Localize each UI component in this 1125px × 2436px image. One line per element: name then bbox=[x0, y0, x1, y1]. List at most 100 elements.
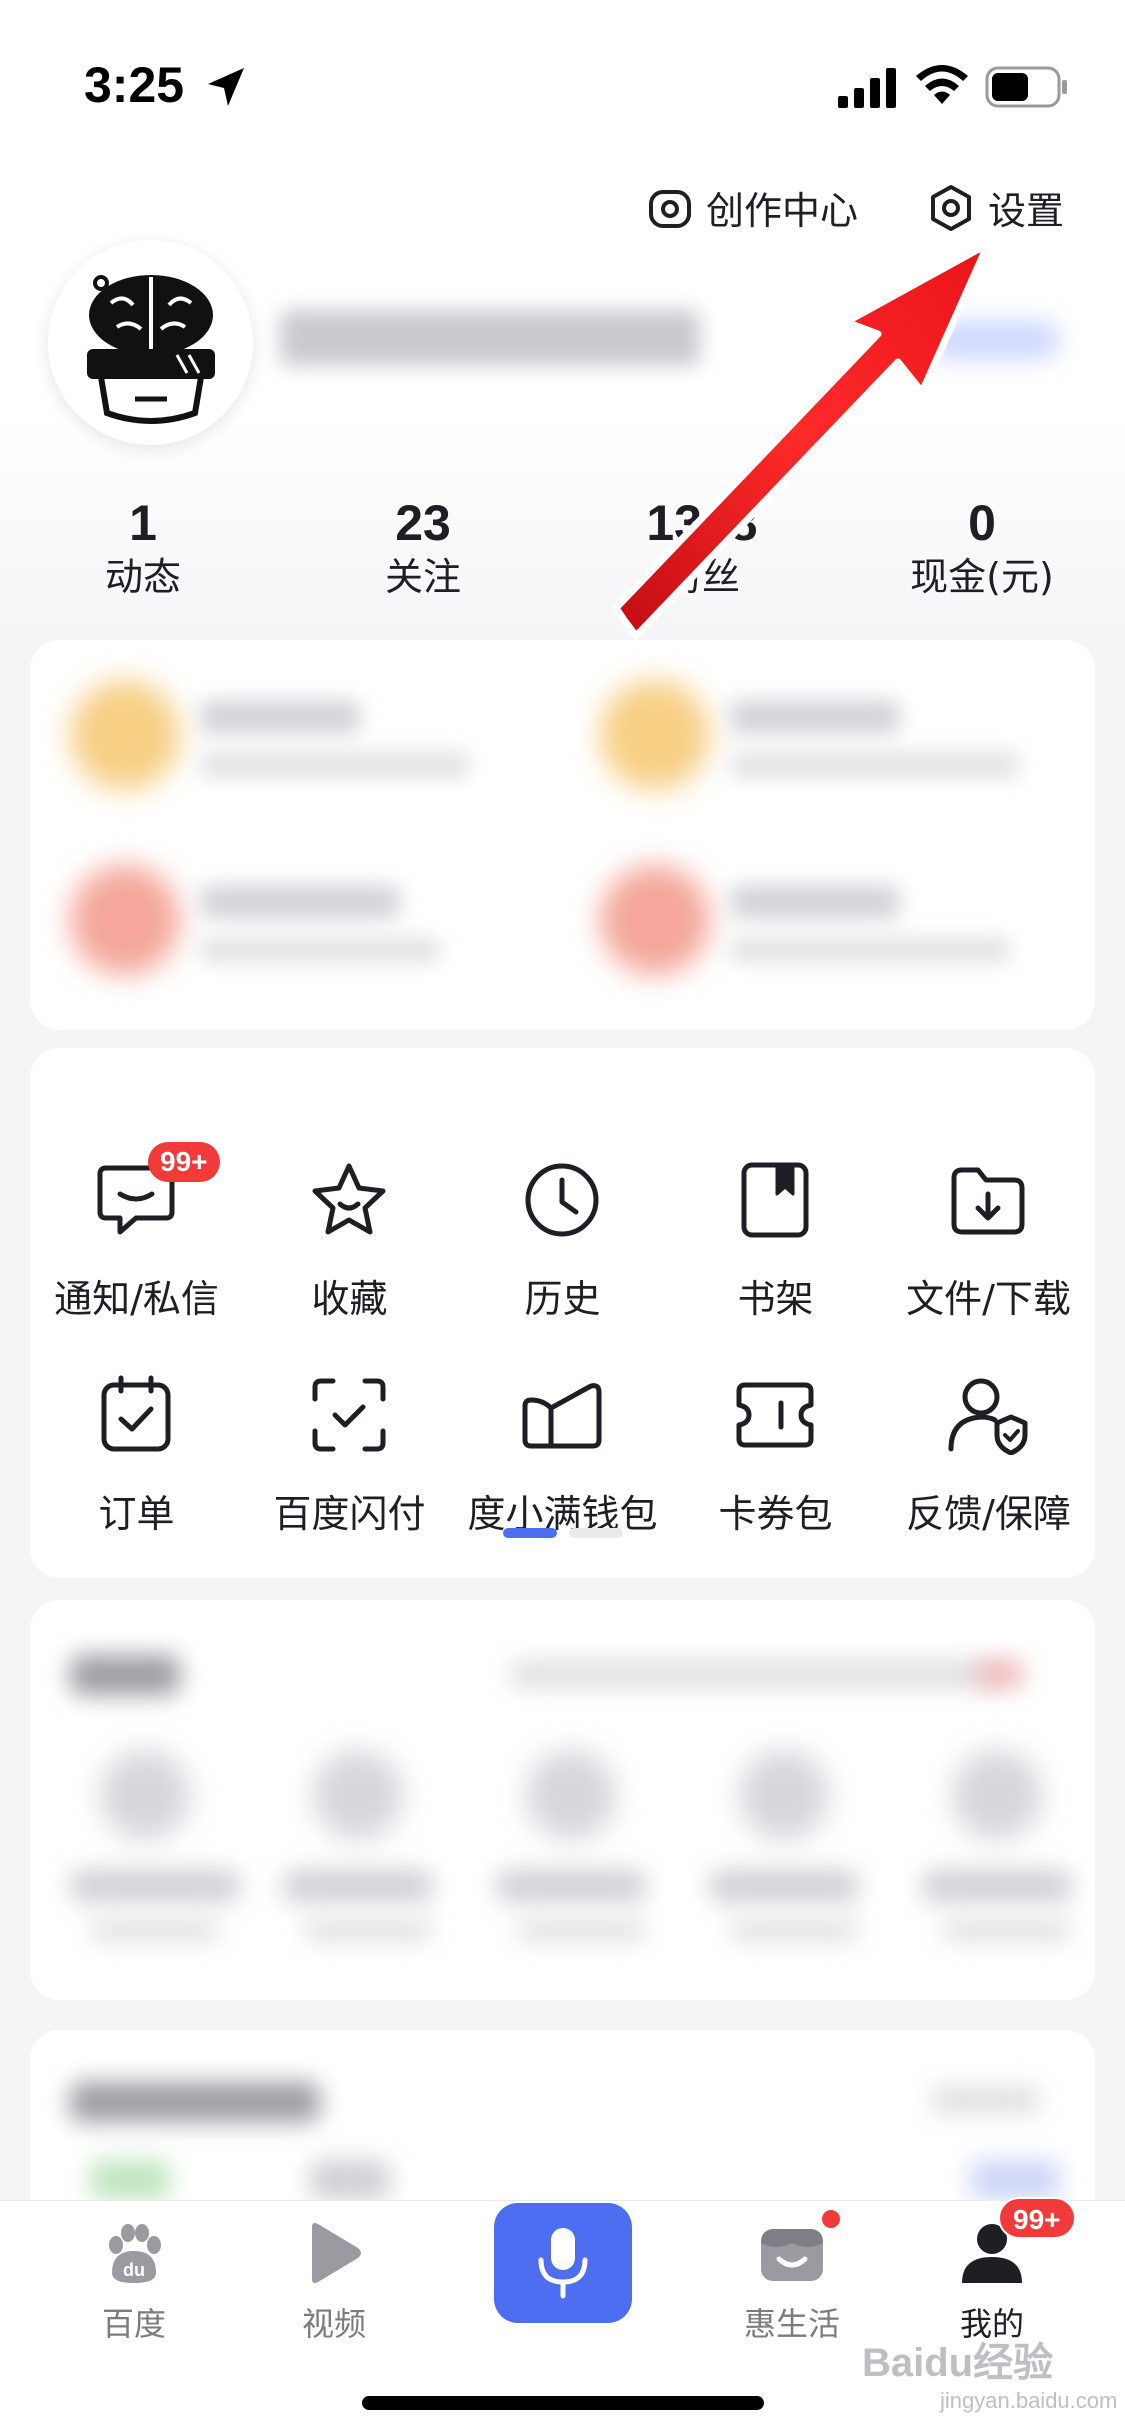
pager-dot-active bbox=[503, 1528, 557, 1538]
stat-label: 现金(元) bbox=[910, 555, 1054, 599]
promo-blob bbox=[600, 680, 710, 790]
grid-item-coupons[interactable]: 卡券包 bbox=[669, 1313, 882, 1536]
promo-blob bbox=[70, 865, 180, 975]
blurred-more bbox=[930, 2086, 1040, 2114]
grid-item-feedback[interactable]: 反馈/保障 bbox=[882, 1313, 1095, 1536]
promo-line bbox=[200, 937, 440, 963]
services-section-blurred bbox=[30, 1600, 1095, 2000]
watermark-sub: jingyan.baidu.com bbox=[940, 2388, 1118, 2413]
battery-icon bbox=[985, 66, 1067, 108]
blurred-label bbox=[729, 1918, 859, 1942]
nav-label: 惠生活 bbox=[743, 2305, 840, 2343]
life-service-icon bbox=[761, 2229, 823, 2281]
promo-blob bbox=[70, 680, 180, 790]
settings-label: 设置 bbox=[988, 189, 1065, 233]
blurred-label bbox=[90, 1918, 220, 1942]
wifi-icon bbox=[916, 65, 968, 104]
promo-line bbox=[730, 752, 1020, 778]
blurred-label bbox=[303, 1918, 433, 1942]
life-notification-dot bbox=[820, 2208, 842, 2230]
blurred-icon bbox=[526, 1750, 616, 1840]
profile-header: 创作中心 设置 1 动态 23 关注 1308 粉丝 0 现金(元) bbox=[0, 150, 1125, 630]
promo-line bbox=[200, 752, 470, 778]
watermark: Baidu经验 bbox=[862, 2341, 1054, 2385]
blurred-subtitle bbox=[510, 1660, 1010, 1688]
blurred-label bbox=[942, 1918, 1072, 1942]
stat-following[interactable]: 23 关注 bbox=[283, 495, 563, 603]
stat-value: 23 bbox=[395, 495, 451, 551]
brain-sunglasses-avatar-icon bbox=[86, 274, 215, 424]
bookshelf-icon bbox=[733, 1158, 817, 1242]
grid-item-label: 订单 bbox=[98, 1492, 175, 1536]
gear-icon bbox=[931, 184, 971, 231]
avatar[interactable] bbox=[48, 240, 253, 445]
blurred-label bbox=[922, 1870, 1072, 1902]
nav-item-life[interactable]: 惠生活 bbox=[702, 2201, 882, 2361]
nav-label: 视频 bbox=[301, 2305, 366, 2343]
grid-item-orders[interactable]: 订单 bbox=[30, 1313, 243, 1536]
creator-camera-icon bbox=[649, 189, 691, 228]
promo-line bbox=[200, 885, 400, 919]
scan-pay-icon bbox=[307, 1373, 391, 1457]
voice-search-button[interactable] bbox=[494, 2203, 632, 2323]
blurred-icon bbox=[100, 1750, 190, 1840]
stat-label: 关注 bbox=[384, 555, 461, 599]
blurred-title bbox=[70, 2082, 320, 2122]
grid-item-bookshelf[interactable]: 书架 bbox=[669, 1098, 882, 1321]
stat-value: 0 bbox=[968, 495, 996, 551]
blurred-label bbox=[709, 1870, 859, 1902]
ticket-icon bbox=[733, 1373, 817, 1457]
grid-item-label: 百度闪付 bbox=[273, 1492, 426, 1536]
stat-label: 动态 bbox=[104, 555, 181, 599]
microphone-icon bbox=[538, 2228, 588, 2299]
folder-download-icon bbox=[946, 1158, 1030, 1242]
settings-button[interactable]: 设置 bbox=[928, 180, 1064, 235]
stat-followers[interactable]: 1308 粉丝 bbox=[562, 495, 842, 603]
promo-cards-blurred bbox=[30, 640, 1095, 1030]
pager-dot bbox=[569, 1528, 623, 1538]
stat-value: 1 bbox=[129, 495, 157, 551]
location-arrow-icon bbox=[208, 68, 244, 106]
stat-value: 1308 bbox=[646, 495, 758, 551]
blurred-label bbox=[516, 1918, 646, 1942]
blurred-dot bbox=[975, 1662, 1025, 1686]
function-grid: 99+ 通知/私信 收藏 历史 书架 文件/下载 订单 百度闪付 度小满钱包 卡… bbox=[30, 1048, 1095, 1578]
stat-label: 粉丝 bbox=[663, 555, 740, 599]
blurred-icon bbox=[952, 1750, 1042, 1840]
nav-item-baidu[interactable]: du 百度 bbox=[44, 2201, 224, 2361]
grid-item-baidu-pay[interactable]: 百度闪付 bbox=[243, 1313, 456, 1536]
signal-icon bbox=[838, 68, 896, 108]
blurred-icon bbox=[313, 1750, 403, 1840]
grid-item-wallet[interactable]: 度小满钱包 bbox=[456, 1313, 669, 1536]
blurred-title bbox=[70, 1655, 180, 1695]
home-indicator[interactable] bbox=[362, 2396, 764, 2410]
stats-row: 1 动态 23 关注 1308 粉丝 0 现金(元) bbox=[0, 495, 1125, 605]
username-blurred bbox=[280, 310, 700, 366]
stat-cash[interactable]: 0 现金(元) bbox=[842, 495, 1122, 603]
promo-line bbox=[200, 700, 360, 734]
promo-line bbox=[730, 700, 900, 734]
grid-item-files[interactable]: 文件/下载 bbox=[882, 1098, 1095, 1321]
vip-badge-blurred bbox=[930, 320, 1060, 360]
video-play-icon bbox=[312, 2223, 361, 2283]
nav-item-video[interactable]: 视频 bbox=[244, 2201, 424, 2361]
grid-item-favorites[interactable]: 收藏 bbox=[243, 1098, 456, 1321]
blurred-thumb bbox=[90, 2160, 170, 2200]
grid-item-label: 卡券包 bbox=[718, 1492, 833, 1536]
blurred-label bbox=[70, 1870, 240, 1902]
grid-pager[interactable] bbox=[503, 1528, 623, 1538]
status-bar: 3:25 bbox=[0, 0, 1125, 150]
notification-badge: 99+ bbox=[148, 1142, 220, 1182]
nav-label: 百度 bbox=[101, 2305, 166, 2343]
creator-center-label: 创作中心 bbox=[706, 189, 859, 233]
wallet-icon bbox=[520, 1373, 604, 1457]
grid-item-notifications[interactable]: 99+ 通知/私信 bbox=[30, 1098, 243, 1321]
stat-posts[interactable]: 1 动态 bbox=[3, 495, 283, 603]
promo-line bbox=[730, 885, 900, 919]
order-icon bbox=[94, 1373, 178, 1457]
blurred-label bbox=[496, 1870, 646, 1902]
blurred-label bbox=[283, 1870, 433, 1902]
grid-item-history[interactable]: 历史 bbox=[456, 1098, 669, 1321]
creator-center-button[interactable]: 创作中心 bbox=[648, 180, 858, 235]
clock-icon bbox=[520, 1158, 604, 1242]
